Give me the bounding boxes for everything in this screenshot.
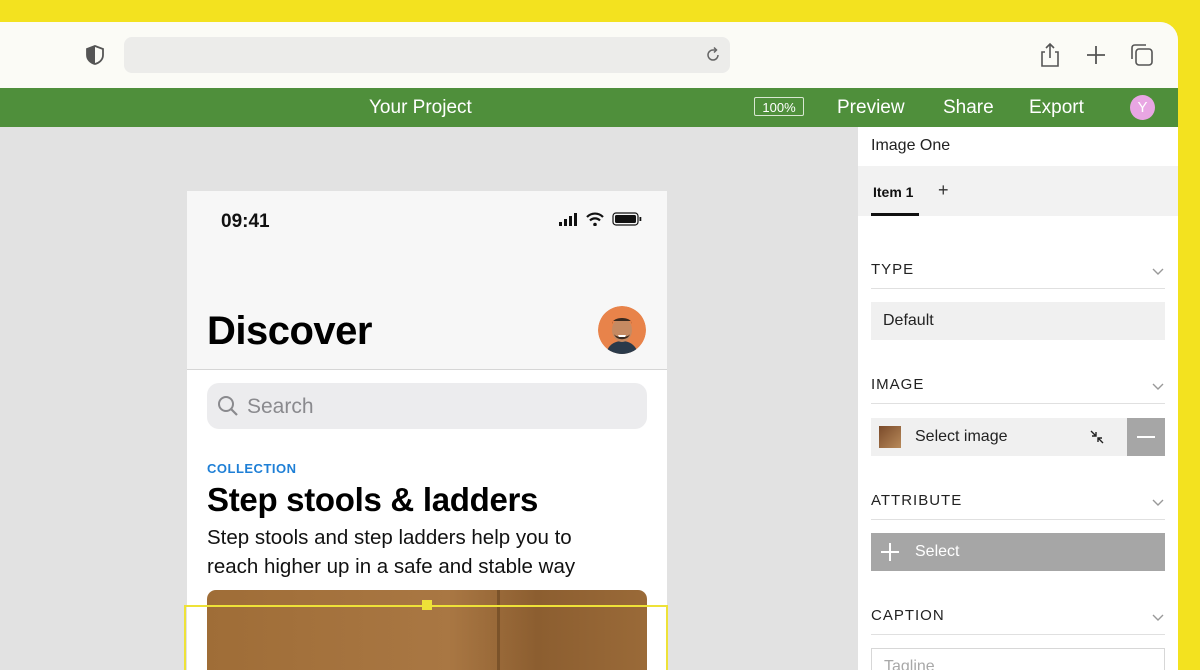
item-tabs: Item 1 + — [858, 166, 1178, 216]
image-picker-label: Select image — [915, 428, 1008, 445]
phone-header: 09:41 Discover — [187, 191, 667, 370]
remove-image-button[interactable] — [1127, 418, 1165, 456]
image-picker[interactable]: Select image — [871, 418, 1165, 456]
phone-preview: 09:41 Discover Search COLLECTION Step st… — [187, 191, 667, 670]
signal-icon — [559, 213, 577, 226]
chevron-down-icon[interactable] — [1151, 497, 1165, 507]
project-title[interactable]: Your Project — [369, 97, 472, 119]
page-title: Discover — [207, 309, 372, 353]
chevron-down-icon[interactable] — [1151, 381, 1165, 391]
new-tab-icon[interactable] — [1083, 42, 1109, 68]
active-tab-indicator — [871, 213, 919, 216]
collapse-icon[interactable] — [1089, 429, 1105, 445]
wifi-icon — [586, 212, 604, 226]
caption-placeholder: Tagline — [884, 658, 935, 670]
search-placeholder: Search — [247, 395, 314, 418]
share-icon[interactable] — [1037, 42, 1063, 68]
tabs-overview-icon[interactable] — [1129, 42, 1155, 68]
browser-window: Your Project 100% Preview Share Export Y… — [0, 22, 1178, 670]
design-canvas: 09:41 Discover Search COLLECTION Step st… — [0, 127, 858, 670]
image-thumbnail — [879, 426, 901, 448]
selection-outline[interactable] — [184, 605, 668, 670]
tab-item-1[interactable]: Item 1 — [873, 184, 913, 200]
type-section-label[interactable]: TYPE — [871, 261, 914, 278]
attribute-section-label[interactable]: ATTRIBUTE — [871, 492, 962, 509]
minus-icon — [1137, 436, 1155, 438]
user-avatar[interactable]: Y — [1130, 95, 1155, 120]
select-attribute-label: Select — [915, 543, 960, 560]
type-value: Default — [883, 312, 934, 329]
caption-input[interactable]: Tagline — [871, 648, 1165, 670]
reload-icon[interactable] — [704, 46, 722, 64]
shield-icon[interactable] — [84, 44, 106, 66]
properties-panel: Image One Item 1 + TYPE Default IMAGE Se… — [858, 127, 1178, 670]
image-section-label[interactable]: IMAGE — [871, 376, 924, 393]
collection-headline: Step stools & ladders — [207, 481, 539, 518]
chevron-down-icon[interactable] — [1151, 612, 1165, 622]
zoom-level[interactable]: 100% — [754, 97, 804, 116]
select-attribute-button[interactable]: Select — [871, 533, 1165, 571]
search-icon — [218, 396, 238, 416]
battery-icon — [612, 212, 642, 226]
app-header: Your Project 100% Preview Share Export Y — [0, 88, 1178, 127]
preview-button[interactable]: Preview — [837, 97, 905, 119]
type-select[interactable]: Default — [871, 302, 1165, 340]
address-bar[interactable] — [124, 37, 730, 73]
divider — [871, 288, 1165, 289]
share-button[interactable]: Share — [943, 97, 994, 119]
collection-eyebrow: COLLECTION — [207, 461, 297, 476]
collection-description: Step stools and step ladders help you to… — [207, 526, 576, 578]
search-input[interactable]: Search — [207, 383, 647, 429]
selection-handle[interactable] — [422, 600, 432, 610]
panel-title: Image One — [871, 137, 951, 154]
profile-avatar[interactable] — [598, 306, 646, 354]
divider — [871, 634, 1165, 635]
caption-section-label[interactable]: CAPTION — [871, 607, 945, 624]
chevron-down-icon[interactable] — [1151, 266, 1165, 276]
plus-icon — [881, 543, 899, 561]
divider — [871, 519, 1165, 520]
add-item-button[interactable]: + — [938, 180, 949, 201]
divider — [871, 403, 1165, 404]
export-button[interactable]: Export — [1029, 97, 1084, 119]
browser-toolbar — [0, 22, 1178, 88]
status-bar-icons — [559, 212, 642, 226]
status-time: 09:41 — [221, 211, 270, 232]
